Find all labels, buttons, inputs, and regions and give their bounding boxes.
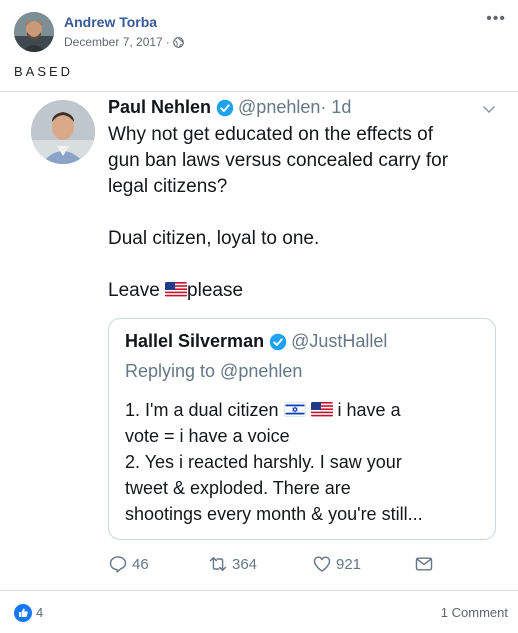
post-options-button[interactable]: ••• — [486, 11, 506, 27]
quoted-line-part: 1. I'm a dual citizen — [125, 400, 284, 420]
author-name-link[interactable]: Andrew Torba — [64, 14, 157, 30]
quoted-line: tweet & exploded. There are — [125, 478, 351, 498]
tweet-screenshot[interactable]: Paul Nehlen @pnehlen · 1d Why not get ed… — [0, 91, 518, 591]
post-header: Andrew Torba December 7, 2017 · ••• — [0, 0, 518, 60]
quoted-line: 2. Yes i reacted harshly. I saw your — [125, 452, 402, 472]
author-avatar-image — [14, 12, 54, 52]
tweet-line: Why not get educated on the effects of — [108, 124, 433, 145]
like-count: 921 — [336, 555, 362, 573]
tweet-author-handle: @pnehlen — [238, 97, 321, 117]
reaction-count[interactable]: 4 — [36, 605, 43, 620]
tweet-line: gun ban laws versus concealed carry for — [108, 150, 449, 171]
tweet-header: Paul Nehlen @pnehlen · 1d — [108, 97, 351, 118]
quoted-tweet-header: Hallel Silverman @JustHallel — [125, 331, 387, 352]
globe-icon[interactable] — [172, 36, 184, 48]
quoted-line-part: i have a — [332, 400, 401, 420]
replying-to-label: Replying to @pnehlen — [125, 361, 303, 381]
quoted-line: 1. I'm a dual citizen i have a — [125, 397, 485, 423]
tweet-please-word: please — [187, 280, 244, 301]
quoted-line: vote = i have a voice — [125, 426, 290, 446]
thumbs-up-glyph — [19, 608, 28, 618]
reply-count: 46 — [132, 555, 149, 573]
tweet-leave-word: Leave — [108, 280, 166, 301]
quoted-line: shootings every month & you're still... — [125, 504, 423, 524]
dm-action — [414, 554, 438, 574]
tweet-actions: 46 364 921 — [108, 554, 448, 578]
us-flag-icon — [310, 402, 333, 417]
retweet-count: 364 — [232, 555, 258, 573]
verified-badge-icon — [269, 333, 287, 350]
comment-count-link[interactable]: 1 Comment — [441, 605, 508, 620]
tweet-author-avatar — [31, 100, 95, 164]
reply-icon — [109, 556, 127, 573]
quoted-author-handle: @JustHallel — [291, 331, 388, 351]
retweet-action: 364 — [208, 554, 257, 574]
post-meta: December 7, 2017 · — [64, 35, 184, 49]
post-text: BASED — [14, 64, 74, 79]
chevron-down-icon — [482, 105, 496, 114]
israel-flag-icon — [283, 402, 306, 417]
reply-action: 46 — [108, 554, 149, 574]
like-action: 921 — [312, 554, 361, 574]
heart-icon — [313, 556, 331, 572]
retweet-icon — [209, 557, 227, 571]
tweet-line: legal citizens? — [108, 176, 228, 197]
meta-separator: · — [165, 35, 170, 49]
quoted-author-name: Hallel Silverman — [125, 331, 265, 351]
tweet-author-avatar-image — [31, 100, 95, 164]
post-date-link[interactable]: December 7, 2017 — [64, 35, 163, 49]
verified-badge-icon — [216, 99, 234, 116]
quoted-tweet[interactable]: Hallel Silverman @JustHallel Replying to… — [108, 318, 496, 540]
author-avatar[interactable] — [14, 12, 54, 52]
quoted-tweet-body: 1. I'm a dual citizen i have a vote = i … — [125, 397, 485, 527]
envelope-icon — [415, 557, 433, 571]
tweet-time: · 1d — [320, 97, 352, 117]
thumbs-up-icon[interactable] — [14, 604, 32, 622]
tweet-line: Dual citizen, loyal to one. — [108, 228, 320, 249]
tweet-body: Why not get educated on the effects of g… — [108, 122, 508, 304]
us-flag-icon — [165, 282, 188, 297]
tweet-author-name: Paul Nehlen — [108, 97, 212, 117]
tweet-line-leave: Leave please — [108, 278, 508, 304]
post-footer: 4 1 Comment — [0, 592, 518, 633]
